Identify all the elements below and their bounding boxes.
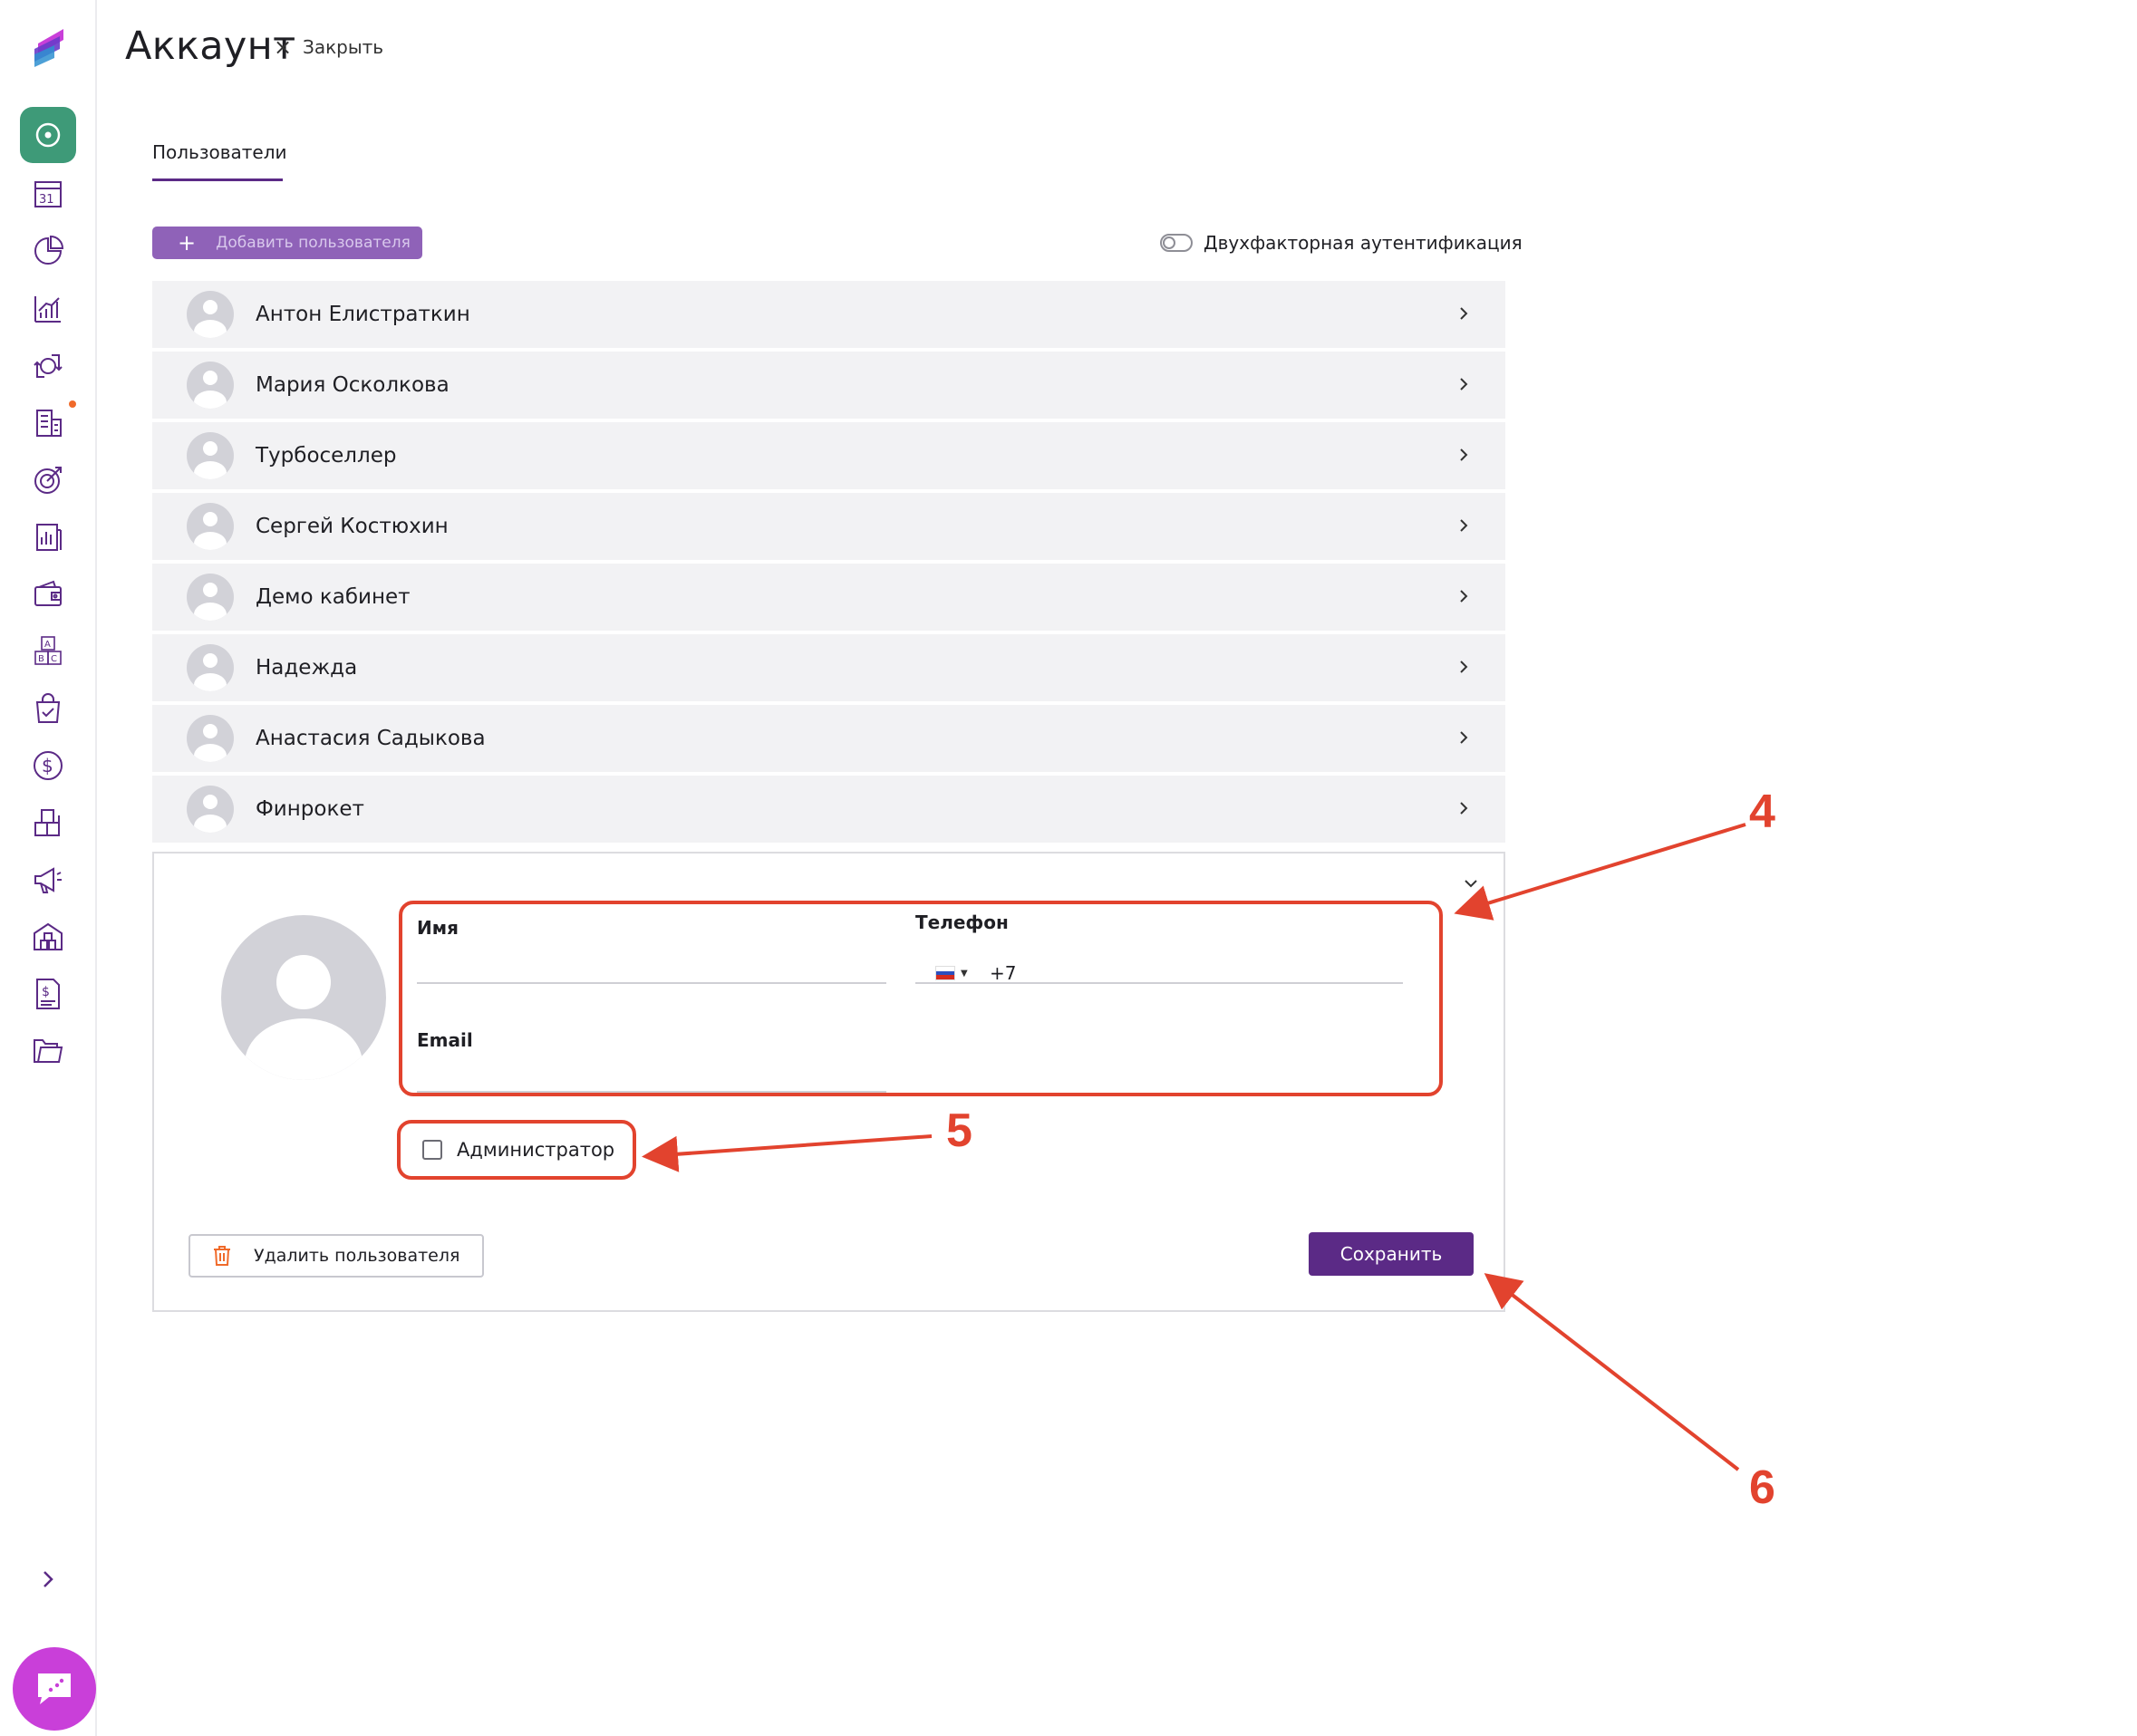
- save-button[interactable]: Сохранить: [1309, 1232, 1474, 1276]
- bar-chart-icon[interactable]: [29, 290, 67, 328]
- avatar: [187, 715, 234, 762]
- close-link[interactable]: Закрыть: [303, 36, 383, 58]
- avatar[interactable]: [221, 915, 386, 1080]
- user-name: Турбоселлер: [256, 444, 397, 468]
- logo-icon[interactable]: [27, 25, 71, 69]
- user-row[interactable]: Турбоселлер: [152, 422, 1505, 489]
- notification-dot: [69, 400, 76, 408]
- add-user-button[interactable]: + Добавить пользователя: [152, 227, 422, 259]
- user-row[interactable]: Антон Елистраткин: [152, 281, 1505, 348]
- user-name: Демо кабинет: [256, 585, 411, 609]
- user-row[interactable]: Демо кабинет: [152, 564, 1505, 631]
- building-icon[interactable]: [29, 404, 67, 442]
- abc-icon[interactable]: ABC: [29, 632, 67, 670]
- report-icon[interactable]: [29, 518, 67, 556]
- avatar: [187, 574, 234, 621]
- user-name: Надежда: [256, 656, 358, 680]
- two-factor-toggle[interactable]: [1160, 234, 1193, 252]
- warehouse-icon[interactable]: [29, 918, 67, 956]
- user-name: Финрокет: [256, 797, 364, 821]
- boxes-icon[interactable]: [29, 804, 67, 842]
- user-row[interactable]: Мария Осколкова: [152, 352, 1505, 419]
- user-name: Сергей Костюхин: [256, 515, 449, 538]
- add-user-label: Добавить пользователя: [216, 234, 411, 252]
- user-row[interactable]: Финрокет: [152, 776, 1505, 843]
- chevron-right-icon: [1460, 661, 1468, 673]
- invoice-icon[interactable]: $: [29, 975, 67, 1013]
- annotation-number-4: 4: [1749, 786, 1775, 838]
- dollar-icon[interactable]: $: [29, 747, 67, 785]
- two-factor-label: Двухфакторная аутентификация: [1204, 232, 1523, 254]
- chevron-right-icon: [1460, 731, 1468, 744]
- wallet-icon[interactable]: [29, 575, 67, 613]
- chevron-right-icon: [1460, 802, 1468, 815]
- user-name: Анастасия Садыкова: [256, 727, 486, 750]
- user-name: Мария Осколкова: [256, 373, 450, 397]
- page-title: Аккаунт: [125, 24, 296, 69]
- target-icon[interactable]: [29, 461, 67, 499]
- user-row[interactable]: Сергей Костюхин: [152, 493, 1505, 560]
- svg-text:$: $: [42, 985, 50, 999]
- chevron-right-icon[interactable]: [33, 1564, 63, 1595]
- svg-text:$: $: [42, 755, 53, 776]
- chevron-right-icon: [1460, 378, 1468, 391]
- delete-user-button[interactable]: Удалить пользователя: [189, 1234, 484, 1278]
- chevron-right-icon: [1460, 307, 1468, 320]
- svg-text:C: C: [51, 654, 57, 664]
- user-name: Антон Елистраткин: [256, 303, 470, 326]
- folder-icon[interactable]: [29, 1032, 67, 1070]
- dashboard-icon[interactable]: [20, 107, 76, 163]
- delete-user-label: Удалить пользователя: [254, 1246, 460, 1266]
- svg-text:31: 31: [39, 193, 54, 207]
- trash-icon: [214, 1246, 230, 1266]
- pie-chart-icon[interactable]: [29, 232, 67, 270]
- plus-icon: +: [178, 230, 197, 256]
- megaphone-icon[interactable]: [29, 861, 67, 899]
- calendar-icon[interactable]: 31: [29, 175, 67, 213]
- user-row[interactable]: Надежда: [152, 634, 1505, 701]
- chevron-right-icon: [1460, 590, 1468, 603]
- sidebar: 31 ABC $ $: [0, 0, 97, 1736]
- avatar: [187, 291, 234, 338]
- chat-icon[interactable]: [13, 1647, 96, 1731]
- user-row[interactable]: Анастасия Садыкова: [152, 705, 1505, 772]
- svg-text:B: B: [38, 654, 44, 664]
- avatar: [187, 786, 234, 833]
- tab-users[interactable]: Пользователи: [152, 141, 287, 163]
- close-icon[interactable]: ×: [274, 34, 292, 60]
- annotation-number-5: 5: [946, 1104, 972, 1157]
- annotation-box-5: [397, 1120, 636, 1180]
- chevron-down-icon[interactable]: [1461, 873, 1481, 893]
- avatar: [187, 432, 234, 479]
- avatar: [187, 362, 234, 409]
- annotation-box-4: [399, 901, 1443, 1096]
- exchange-icon[interactable]: [29, 347, 67, 385]
- save-label: Сохранить: [1339, 1243, 1443, 1265]
- avatar: [187, 503, 234, 550]
- two-factor-setting: Двухфакторная аутентификация: [1160, 232, 1523, 254]
- annotation-number-6: 6: [1749, 1461, 1775, 1514]
- svg-text:A: A: [44, 640, 51, 650]
- shopping-bag-icon[interactable]: [29, 690, 67, 728]
- chevron-right-icon: [1460, 448, 1468, 461]
- chevron-right-icon: [1460, 519, 1468, 532]
- tab-active-indicator: [152, 178, 283, 181]
- avatar: [187, 644, 234, 691]
